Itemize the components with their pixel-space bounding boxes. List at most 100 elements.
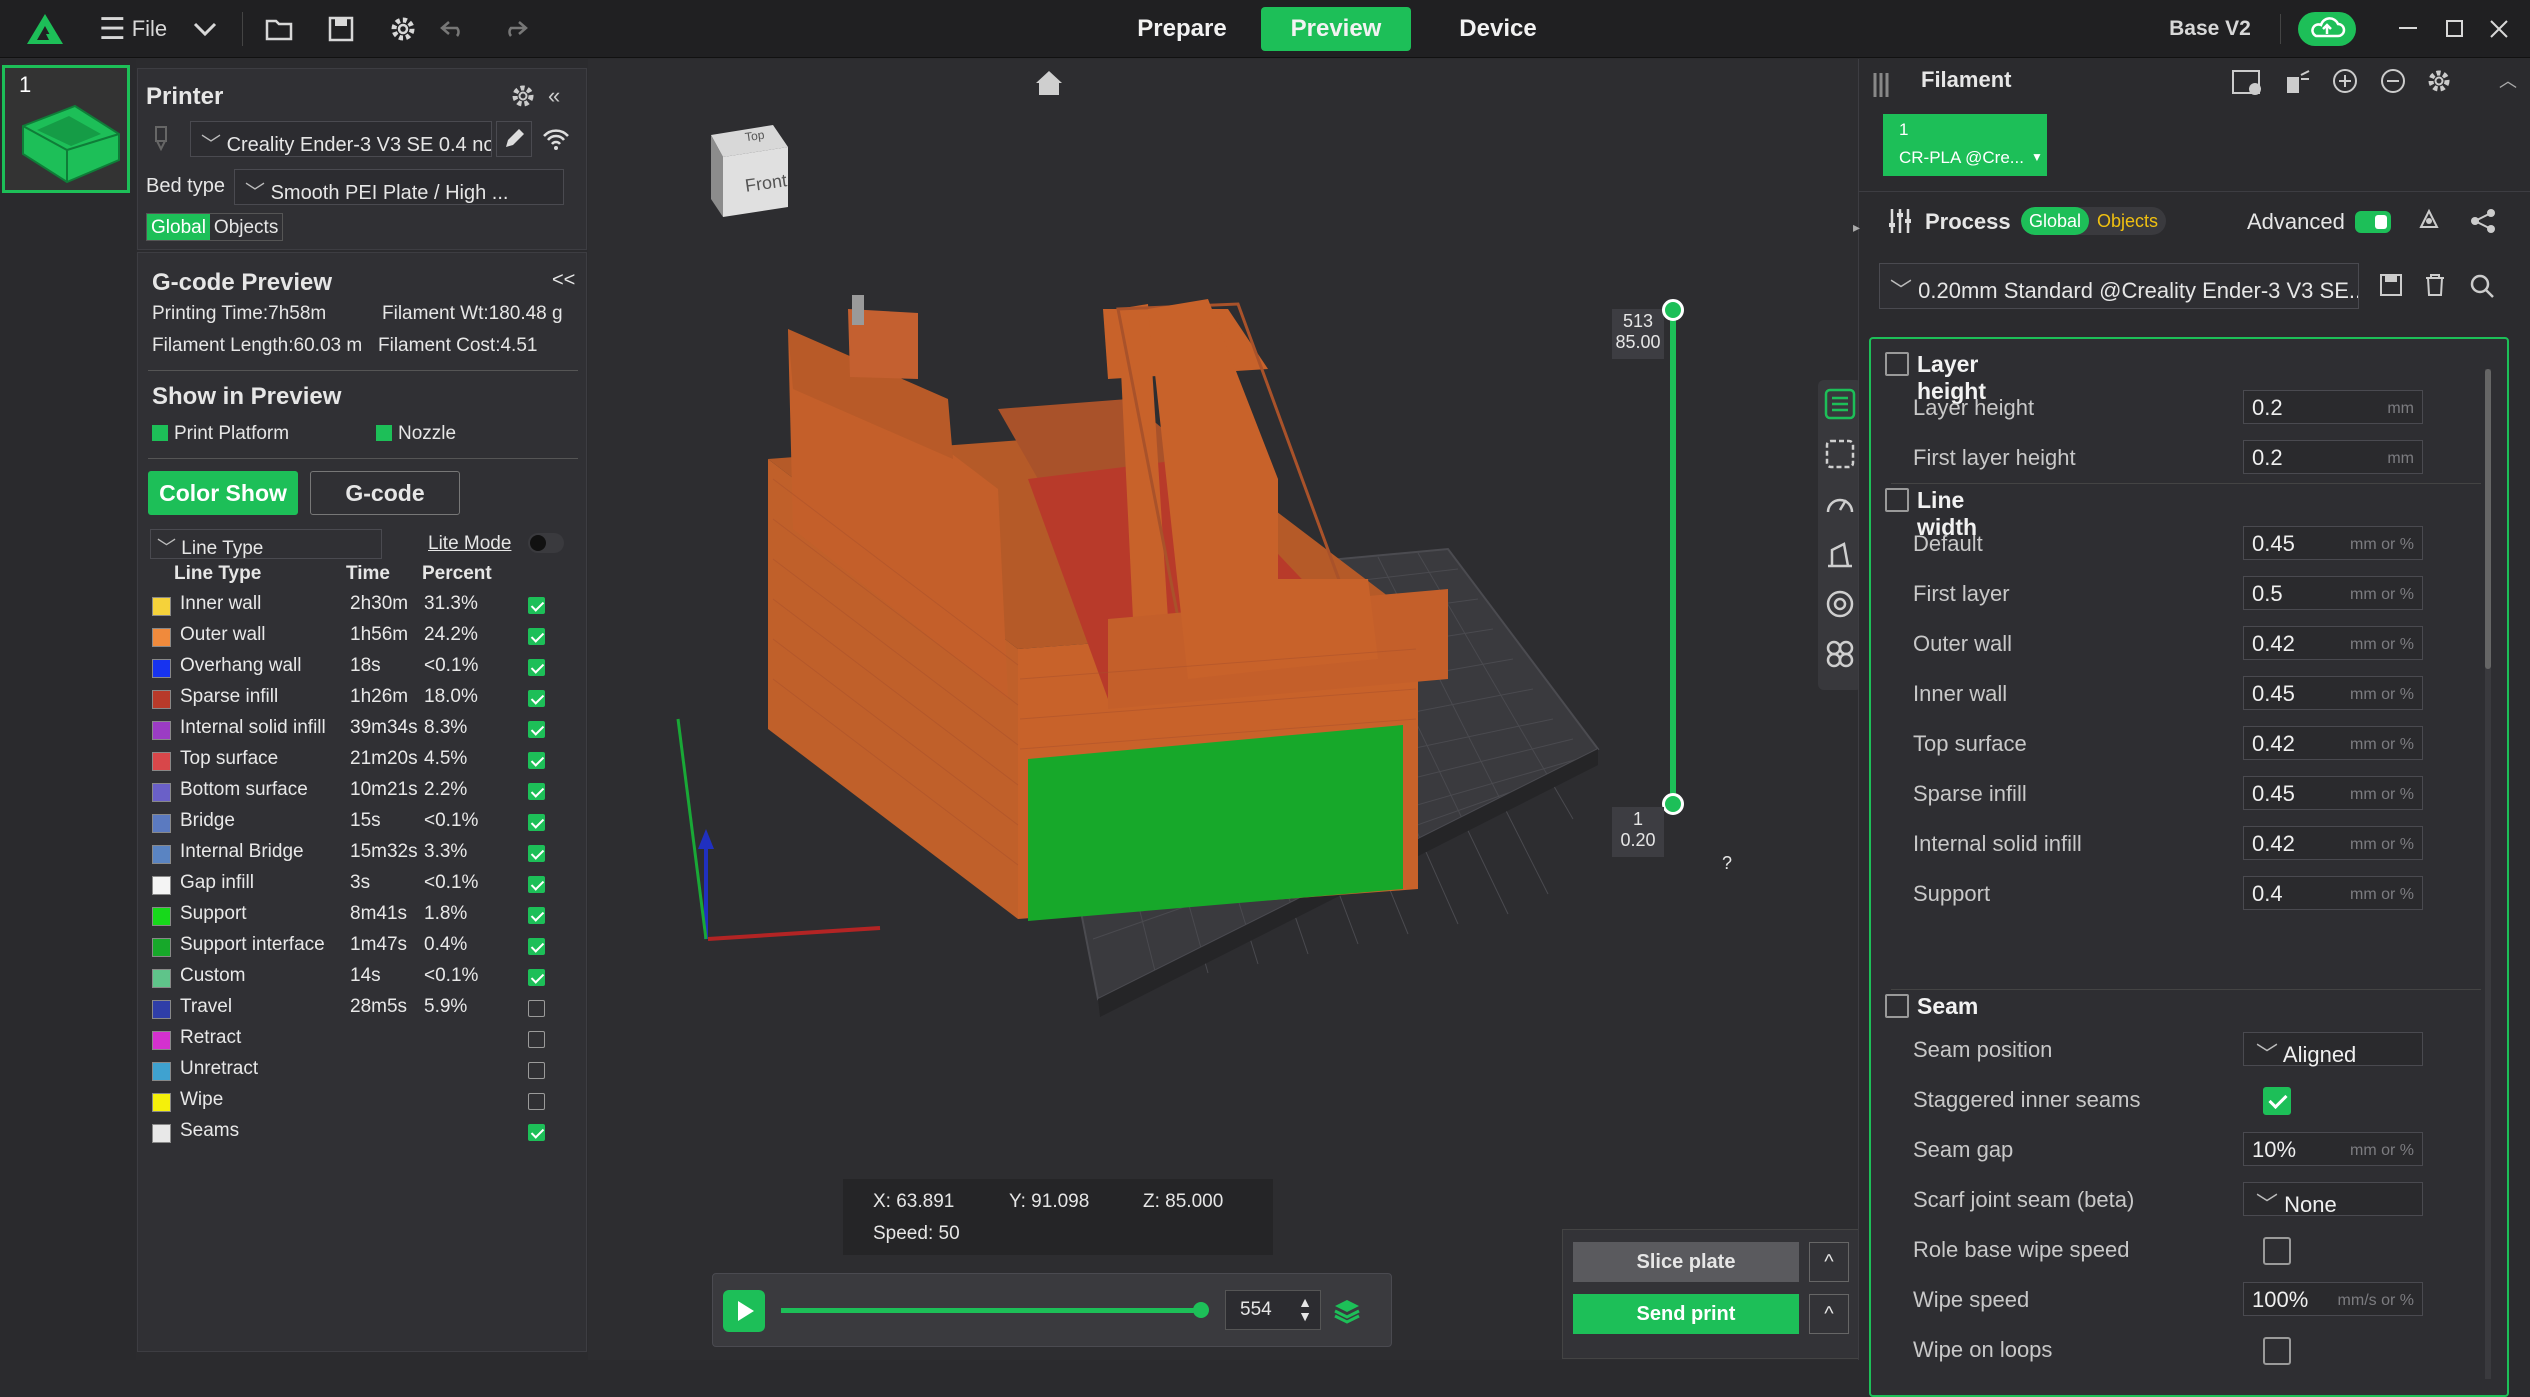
scarf-select[interactable]: ﹀ None: [2243, 1182, 2423, 1217]
wifi-icon[interactable]: [542, 127, 570, 156]
line-type-visible-checkbox[interactable]: [528, 907, 545, 924]
setting-input[interactable]: 0.42 mm or %: [2243, 726, 2423, 760]
slice-plate-button[interactable]: Slice plate: [1573, 1242, 1799, 1282]
filament-sync-icon[interactable]: [2231, 67, 2265, 102]
undo-icon[interactable]: [436, 10, 470, 48]
filament-settings-icon[interactable]: [2425, 67, 2453, 100]
printer-settings-icon[interactable]: [510, 83, 536, 114]
role-base-checkbox[interactable]: [2263, 1237, 2291, 1265]
spray-icon[interactable]: [2283, 69, 2311, 100]
line-type-visible-checkbox[interactable]: [528, 969, 545, 986]
file-menu-button[interactable]: ☰ File: [98, 10, 168, 48]
line-type-visible-checkbox[interactable]: [528, 721, 545, 738]
move-slider-track[interactable]: [781, 1302, 1209, 1318]
seam-view-icon[interactable]: [1824, 438, 1856, 470]
move-value-input[interactable]: 554 ▲ ▼: [1225, 1290, 1321, 1330]
move-slider-handle[interactable]: [1193, 1302, 1209, 1318]
expand-arrow-icon[interactable]: ▸: [1853, 219, 1860, 236]
collapse-gcode-button[interactable]: <<: [552, 269, 575, 292]
slice-options-caret[interactable]: ^: [1809, 1242, 1849, 1282]
settings-scrollbar[interactable]: [2485, 369, 2491, 1379]
setting-input[interactable]: 0.2 mm: [2243, 440, 2423, 474]
remove-filament-icon[interactable]: [2379, 67, 2407, 100]
tab-global[interactable]: Global: [147, 214, 210, 240]
line-type-visible-checkbox[interactable]: [528, 1000, 545, 1017]
save-icon[interactable]: [324, 10, 358, 48]
line-type-visible-checkbox[interactable]: [528, 597, 545, 614]
speed-gauge-icon[interactable]: [1824, 488, 1856, 520]
advanced-toggle[interactable]: [2355, 211, 2391, 233]
setting-input[interactable]: 0.45 mm or %: [2243, 526, 2423, 560]
line-type-visible-checkbox[interactable]: [528, 659, 545, 676]
delete-preset-icon[interactable]: [2423, 273, 2447, 302]
setting-input[interactable]: 0.45 mm or %: [2243, 676, 2423, 710]
line-type-visible-checkbox[interactable]: [528, 1093, 545, 1110]
line-type-visible-checkbox[interactable]: [528, 938, 545, 955]
settings-gear-icon[interactable]: [386, 10, 420, 48]
wipe-loops-checkbox[interactable]: [2263, 1337, 2291, 1365]
nozzle-checkbox[interactable]: [376, 425, 392, 441]
maximize-icon[interactable]: [2440, 10, 2470, 48]
tab-objects[interactable]: Objects: [210, 214, 282, 240]
add-filament-icon[interactable]: [2331, 67, 2359, 100]
send-print-button[interactable]: Send print: [1573, 1294, 1799, 1334]
setting-input[interactable]: 0.2 mm: [2243, 390, 2423, 424]
staggered-checkbox[interactable]: [2263, 1087, 2291, 1115]
line-type-select[interactable]: ﹀ Line Type: [150, 529, 382, 559]
seam-position-select[interactable]: ﹀ Aligned: [2243, 1032, 2423, 1067]
search-icon[interactable]: [2469, 273, 2495, 304]
layers-stack-icon[interactable]: [1333, 1296, 1361, 1329]
lite-mode-toggle[interactable]: [528, 533, 564, 553]
line-type-visible-checkbox[interactable]: [528, 1031, 545, 1048]
clover-icon[interactable]: [1824, 638, 1856, 670]
compare-icon[interactable]: [2415, 207, 2443, 240]
chevron-down-icon[interactable]: [188, 10, 222, 48]
viewport-3d[interactable]: Top Front 513 85.00 1 0.20 ? X: 63.891 Y…: [588, 59, 1862, 1360]
setting-input[interactable]: 0.42 mm or %: [2243, 626, 2423, 660]
layer-slider-track[interactable]: [1670, 311, 1676, 811]
close-icon[interactable]: [2484, 10, 2514, 48]
layer-slider-bottom-handle[interactable]: [1662, 793, 1684, 815]
line-type-visible-checkbox[interactable]: [528, 845, 545, 862]
layer-slider-top-handle[interactable]: [1662, 299, 1684, 321]
home-view-icon[interactable]: [1034, 69, 1064, 102]
color-show-button[interactable]: Color Show: [148, 471, 298, 515]
filament-slot-1[interactable]: 1 CR-PLA @Cre... ▼: [1883, 114, 2047, 176]
setting-input[interactable]: 0.5 mm or %: [2243, 576, 2423, 610]
process-preset-select[interactable]: ﹀ 0.20mm Standard @Creality Ender-3 V3 S…: [1879, 263, 2359, 309]
printer-select[interactable]: ﹀ Creality Ender-3 V3 SE 0.4 no: [190, 121, 492, 157]
line-type-visible-checkbox[interactable]: [528, 783, 545, 800]
wipe-speed-input[interactable]: 100% mm/s or %: [2243, 1282, 2423, 1316]
view-cube[interactable]: Top Front: [693, 117, 803, 227]
plate-thumbnail[interactable]: 1: [2, 65, 130, 193]
support-view-icon[interactable]: [1824, 538, 1856, 570]
gcode-view-button[interactable]: G-code: [310, 471, 460, 515]
target-icon[interactable]: [1824, 588, 1856, 620]
redo-icon[interactable]: [498, 10, 532, 48]
setting-input[interactable]: 0.42 mm or %: [2243, 826, 2423, 860]
setting-input[interactable]: 0.45 mm or %: [2243, 776, 2423, 810]
collapse-panel-icon[interactable]: «: [548, 83, 560, 109]
seam-gap-input[interactable]: 10% mm or %: [2243, 1132, 2423, 1166]
spin-arrows-icon[interactable]: ▲ ▼: [1298, 1295, 1312, 1323]
line-type-visible-checkbox[interactable]: [528, 752, 545, 769]
bed-type-select[interactable]: ﹀ Smooth PEI Plate / High ...: [234, 169, 564, 205]
play-button[interactable]: [723, 1290, 765, 1332]
edit-printer-button[interactable]: [496, 121, 532, 157]
line-type-visible-checkbox[interactable]: [528, 690, 545, 707]
cloud-upload-button[interactable]: [2298, 12, 2356, 46]
line-type-visible-checkbox[interactable]: [528, 1062, 545, 1079]
setting-input[interactable]: 0.4 mm or %: [2243, 876, 2423, 910]
tab-prepare[interactable]: Prepare: [1114, 7, 1250, 51]
collapse-filament-icon[interactable]: ︿: [2499, 67, 2517, 93]
line-type-visible-checkbox[interactable]: [528, 1124, 545, 1141]
print-platform-checkbox[interactable]: [152, 425, 168, 441]
line-type-visible-checkbox[interactable]: [528, 876, 545, 893]
tab-device[interactable]: Device: [1428, 7, 1568, 51]
minimize-icon[interactable]: [2394, 10, 2424, 48]
line-type-visible-checkbox[interactable]: [528, 628, 545, 645]
layer-view-icon[interactable]: [1824, 388, 1856, 420]
line-type-visible-checkbox[interactable]: [528, 814, 545, 831]
open-folder-icon[interactable]: [262, 10, 296, 48]
share-icon[interactable]: [2469, 207, 2497, 240]
